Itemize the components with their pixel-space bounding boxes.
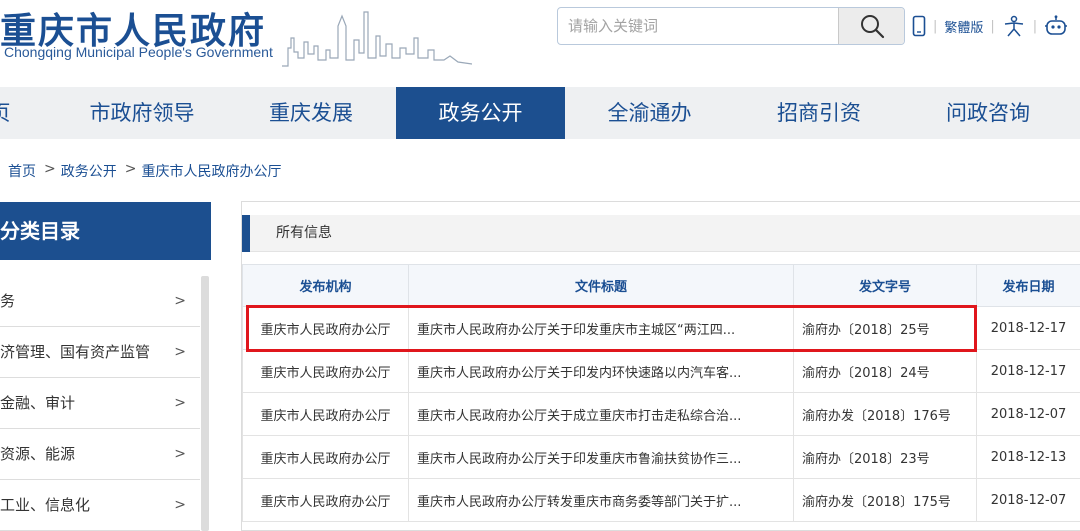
cell-title-link[interactable]: 重庆市人民政府办公厅转发重庆市商务委等部门关于扩... xyxy=(408,478,794,522)
nav-item-consultation[interactable]: 问政咨询 xyxy=(904,87,1072,139)
sidebar-item[interactable]: 工业、信息化 > xyxy=(0,480,200,531)
site-subtitle: Chongqing Municipal People's Government xyxy=(4,44,273,60)
search-bar xyxy=(557,7,905,45)
sidebar-scrollbar[interactable] xyxy=(201,276,209,531)
breadcrumb-separator: > xyxy=(44,161,56,177)
cell-agency: 重庆市人民政府办公厅 xyxy=(242,478,409,522)
cell-docno: 渝府办〔2018〕25号 xyxy=(793,306,977,350)
cell-agency: 重庆市人民政府办公厅 xyxy=(242,349,409,393)
column-header-agency: 发布机构 xyxy=(242,264,409,307)
search-icon xyxy=(860,15,884,39)
table-header-row: 发布机构 文件标题 发文字号 发布日期 xyxy=(242,264,1080,307)
site-header: 重庆市人民政府 Chongqing Municipal People's Gov… xyxy=(0,0,1080,85)
table-row[interactable]: 重庆市人民政府办公厅 重庆市人民政府办公厅转发重庆市商务委等部门关于扩... 渝… xyxy=(242,478,1080,522)
nav-item-government-affairs[interactable]: 政务公开 xyxy=(396,87,565,139)
cell-docno: 渝府办〔2018〕23号 xyxy=(793,435,977,479)
sidebar-item-label: 资源、能源 xyxy=(0,445,76,463)
main-nav: 页 市政府领导 重庆发展 政务公开 全渝通办 招商引资 问政咨询 xyxy=(0,87,1080,139)
sidebar-item-label: 工业、信息化 xyxy=(0,496,91,514)
chevron-right-icon: > xyxy=(174,344,186,360)
cell-date: 2018-12-07 xyxy=(976,478,1080,522)
breadcrumb-separator: > xyxy=(124,161,137,177)
cell-title-link[interactable]: 重庆市人民政府办公厅关于印发重庆市鲁渝扶贫协作三... xyxy=(408,435,794,479)
column-header-date: 发布日期 xyxy=(976,264,1080,307)
sidebar-heading: 分类目录 xyxy=(0,202,211,260)
tool-separator: | xyxy=(933,18,938,34)
chevron-right-icon: > xyxy=(174,497,186,513)
panel-header: 所有信息 xyxy=(242,215,1080,252)
sidebar-item[interactable]: 务 > xyxy=(0,276,200,327)
panel-title: 所有信息 xyxy=(276,225,332,241)
cell-title-link[interactable]: 重庆市人民政府办公厅关于印发重庆市主城区“两江四... xyxy=(408,306,794,350)
search-input[interactable] xyxy=(558,8,840,44)
sidebar-category-list: 务 > 济管理、国有资产监管 > 金融、审计 > 资源、能源 > 工业、信息化 … xyxy=(0,276,200,531)
table-row[interactable]: 重庆市人民政府办公厅 重庆市人民政府办公厅关于印发内环快速路以内汽车客... 渝… xyxy=(242,349,1080,393)
skyline-logo-graphic xyxy=(282,11,472,67)
cell-date: 2018-12-17 xyxy=(976,306,1080,350)
cell-docno: 渝府办〔2018〕24号 xyxy=(793,349,977,393)
table-row[interactable]: 重庆市人民政府办公厅 重庆市人民政府办公厅关于成立重庆市打击走私综合治... 渝… xyxy=(242,392,1080,436)
nav-item-services[interactable]: 全渝通办 xyxy=(565,87,734,139)
tool-separator: | xyxy=(1032,18,1038,34)
document-list-panel: 所有信息 发布机构 文件标题 发文字号 发布日期 重庆市人民政府办公厅 重庆市人… xyxy=(241,201,1080,531)
search-button[interactable] xyxy=(838,8,904,44)
sidebar-item[interactable]: 资源、能源 > xyxy=(0,429,200,480)
cell-title-link[interactable]: 重庆市人民政府办公厅关于成立重庆市打击走私综合治... xyxy=(408,392,794,436)
breadcrumb-government-affairs[interactable]: 政务公开 xyxy=(61,161,117,181)
cell-date: 2018-12-13 xyxy=(976,435,1080,479)
chevron-right-icon: > xyxy=(174,293,186,309)
chevron-right-icon: > xyxy=(174,395,186,411)
nav-item-investment[interactable]: 招商引资 xyxy=(734,87,904,139)
table-row[interactable]: 重庆市人民政府办公厅 重庆市人民政府办公厅关于印发重庆市鲁渝扶贫协作三... 渝… xyxy=(242,435,1080,479)
cell-agency: 重庆市人民政府办公厅 xyxy=(242,392,409,436)
sidebar-item-label: 济管理、国有资产监管 xyxy=(0,343,151,361)
sidebar-item[interactable]: 金融、审计 > xyxy=(0,378,200,429)
panel-header-accent xyxy=(242,215,250,252)
cell-title-link[interactable]: 重庆市人民政府办公厅关于印发内环快速路以内汽车客... xyxy=(408,349,794,393)
column-header-docno: 发文字号 xyxy=(793,264,977,307)
cell-date: 2018-12-07 xyxy=(976,392,1080,436)
document-table: 发布机构 文件标题 发文字号 发布日期 重庆市人民政府办公厅 重庆市人民政府办公… xyxy=(242,264,1080,522)
cell-docno: 渝府办发〔2018〕176号 xyxy=(793,392,977,436)
header-tools: | 繁體版 | | xyxy=(912,14,1068,38)
traditional-chinese-link[interactable]: 繁體版 xyxy=(944,17,983,36)
nav-item-development[interactable]: 重庆发展 xyxy=(226,87,396,139)
sidebar-item[interactable]: 济管理、国有资产监管 > xyxy=(0,327,200,378)
accessibility-icon[interactable] xyxy=(1002,15,1026,37)
breadcrumb: 首页 > 政务公开 > 重庆市人民政府办公厅 xyxy=(8,161,281,181)
cell-agency: 重庆市人民政府办公厅 xyxy=(242,306,409,350)
robot-icon[interactable] xyxy=(1044,15,1068,37)
column-header-title: 文件标题 xyxy=(408,264,794,307)
chevron-right-icon: > xyxy=(174,446,186,462)
table-row[interactable]: 重庆市人民政府办公厅 重庆市人民政府办公厅关于印发重庆市主城区“两江四... 渝… xyxy=(242,306,1080,350)
cell-docno: 渝府办发〔2018〕175号 xyxy=(793,478,977,522)
nav-item-home[interactable]: 页 xyxy=(0,87,20,139)
nav-item-leaders[interactable]: 市政府领导 xyxy=(58,87,226,139)
breadcrumb-home[interactable]: 首页 xyxy=(8,161,36,181)
tool-separator: | xyxy=(990,18,995,34)
sidebar-item-label: 务 xyxy=(0,292,16,310)
cell-agency: 重庆市人民政府办公厅 xyxy=(242,435,409,479)
mobile-icon[interactable] xyxy=(912,15,926,37)
breadcrumb-general-office[interactable]: 重庆市人民政府办公厅 xyxy=(141,161,281,181)
sidebar-item-label: 金融、审计 xyxy=(0,394,76,412)
cell-date: 2018-12-17 xyxy=(976,349,1080,393)
